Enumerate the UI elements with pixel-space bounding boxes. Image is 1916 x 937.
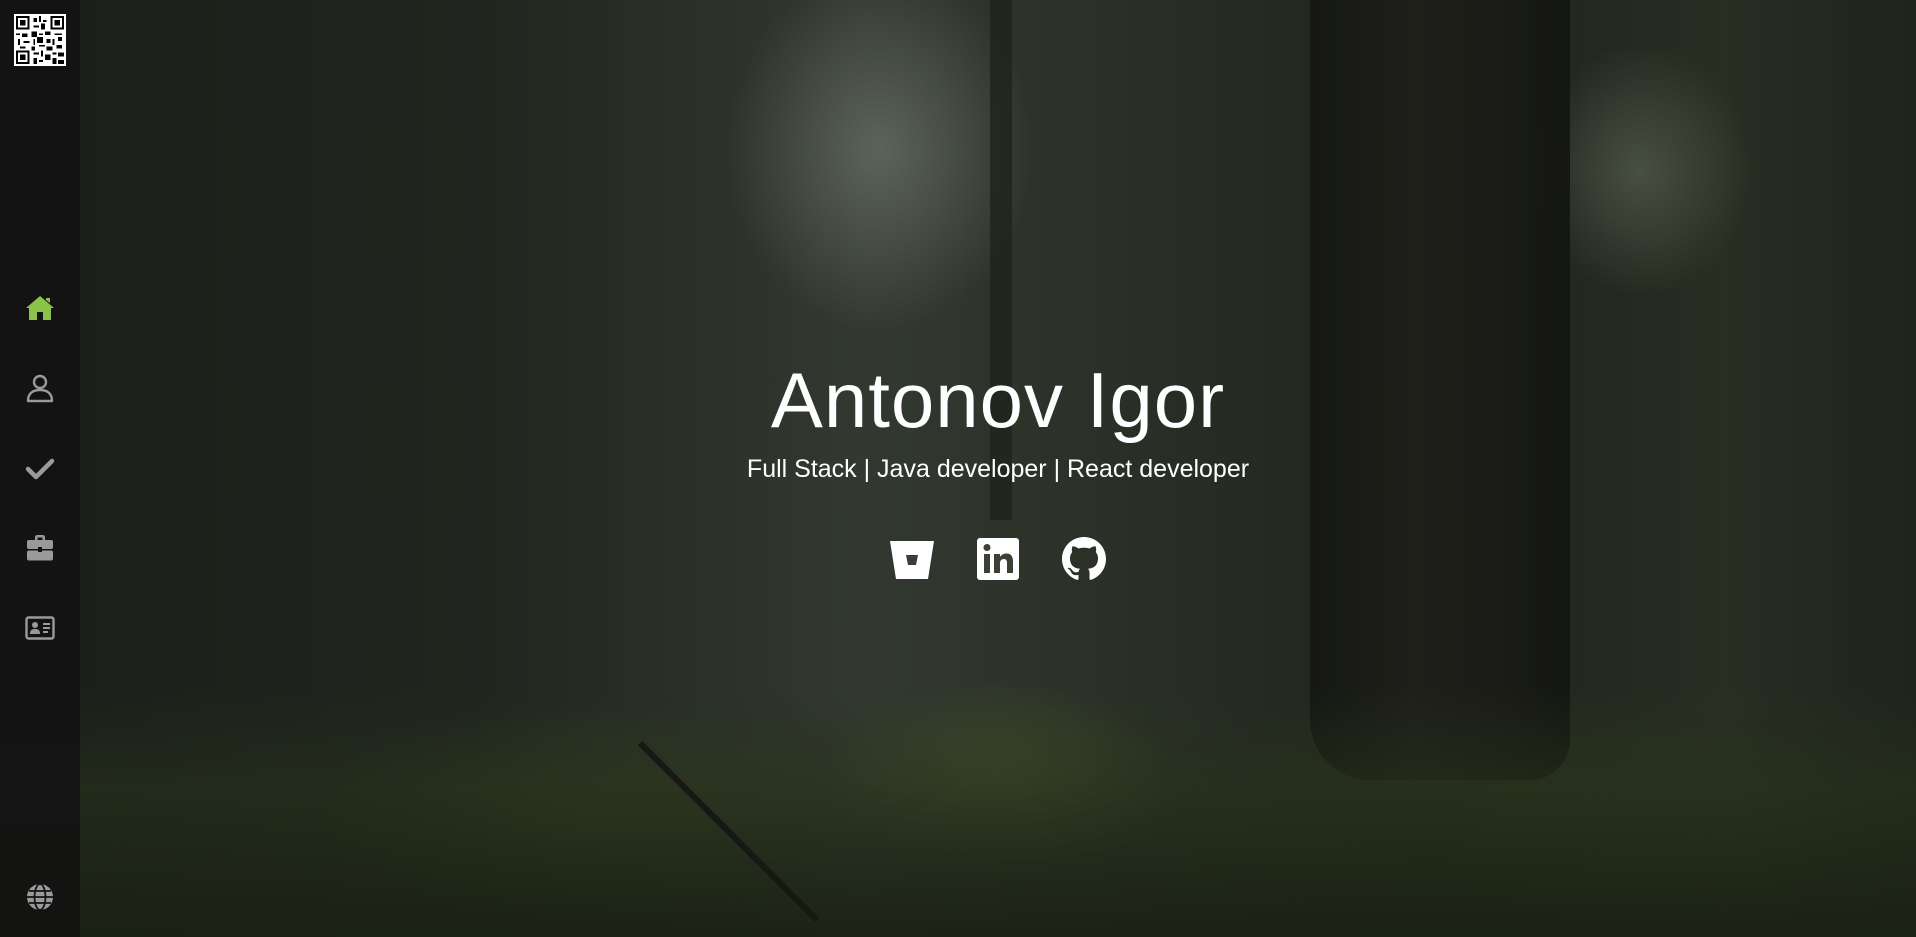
check-icon — [25, 458, 55, 480]
hero-subtitle: Full Stack | Java developer | React deve… — [746, 455, 1250, 483]
globe-icon — [27, 883, 53, 911]
sidebar-item-about[interactable] — [0, 363, 80, 413]
language-switcher[interactable] — [0, 872, 80, 922]
page: Antonov Igor Full Stack | Java developer… — [0, 0, 1916, 937]
github-icon — [1062, 537, 1106, 580]
user-icon — [26, 374, 54, 403]
contact-card-icon — [25, 616, 55, 640]
hero: Antonov Igor Full Stack | Java developer… — [80, 355, 1916, 583]
sidebar — [0, 0, 80, 937]
social-links — [80, 535, 1916, 583]
sidebar-item-contact[interactable] — [0, 603, 80, 653]
home-icon — [26, 296, 54, 320]
github-link[interactable] — [1060, 535, 1108, 583]
qr-code-icon[interactable] — [14, 14, 66, 66]
linkedin-link[interactable] — [974, 535, 1022, 583]
sidebar-item-skills[interactable] — [0, 443, 80, 493]
bitbucket-icon — [890, 541, 934, 579]
sidebar-item-home[interactable] — [0, 283, 80, 333]
bitbucket-link[interactable] — [888, 535, 936, 583]
hero-name: Antonov Igor — [770, 356, 1226, 444]
briefcase-icon — [27, 535, 53, 561]
linkedin-icon — [977, 538, 1019, 580]
sidebar-item-portfolio[interactable] — [0, 523, 80, 573]
